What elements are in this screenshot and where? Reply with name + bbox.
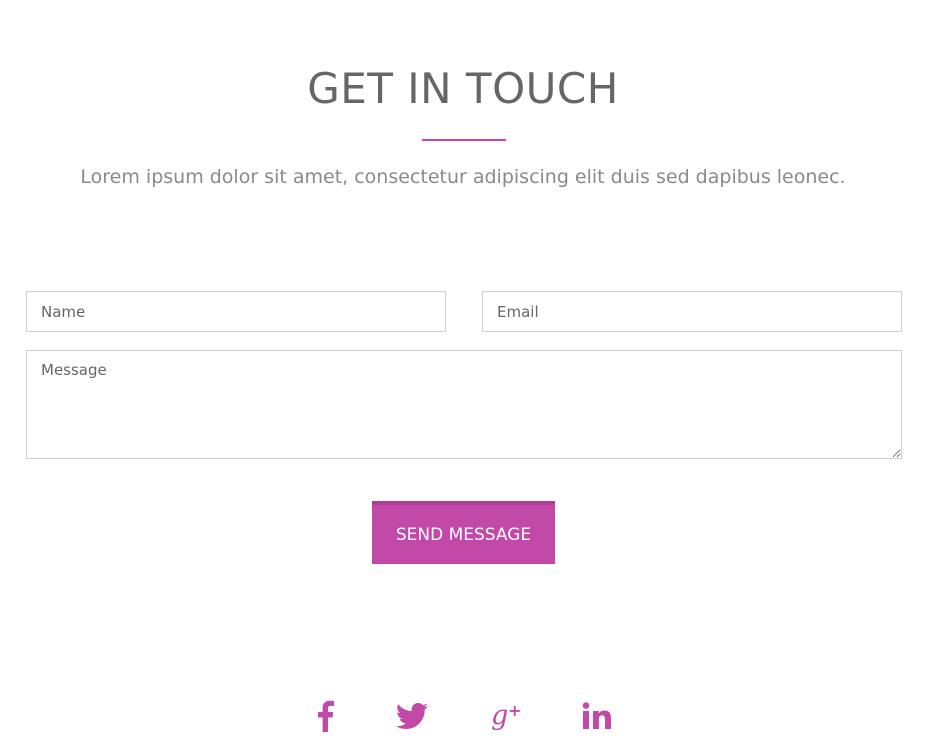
send-message-button[interactable]: SEND MESSAGE: [372, 501, 555, 564]
google-plus-icon[interactable]: g +: [486, 696, 526, 736]
twitter-icon[interactable]: [392, 696, 432, 736]
linkedin-glyph: [582, 702, 611, 729]
section-subtitle: Lorem ipsum dolor sit amet, consectetur …: [80, 166, 846, 188]
facebook-glyph: [318, 700, 334, 732]
facebook-icon[interactable]: [305, 696, 345, 736]
name-input[interactable]: [26, 291, 446, 332]
linkedin-icon[interactable]: [577, 696, 617, 736]
svg-text:g: g: [491, 700, 508, 731]
email-input[interactable]: [482, 291, 902, 332]
section-title: GET IN TOUCH: [307, 64, 619, 113]
message-textarea[interactable]: [26, 350, 902, 459]
google-plus-glyph: g +: [491, 700, 521, 731]
social-links: g +: [0, 696, 926, 738]
title-divider: [422, 139, 506, 141]
svg-text:+: +: [508, 701, 521, 720]
twitter-glyph: [396, 703, 428, 729]
